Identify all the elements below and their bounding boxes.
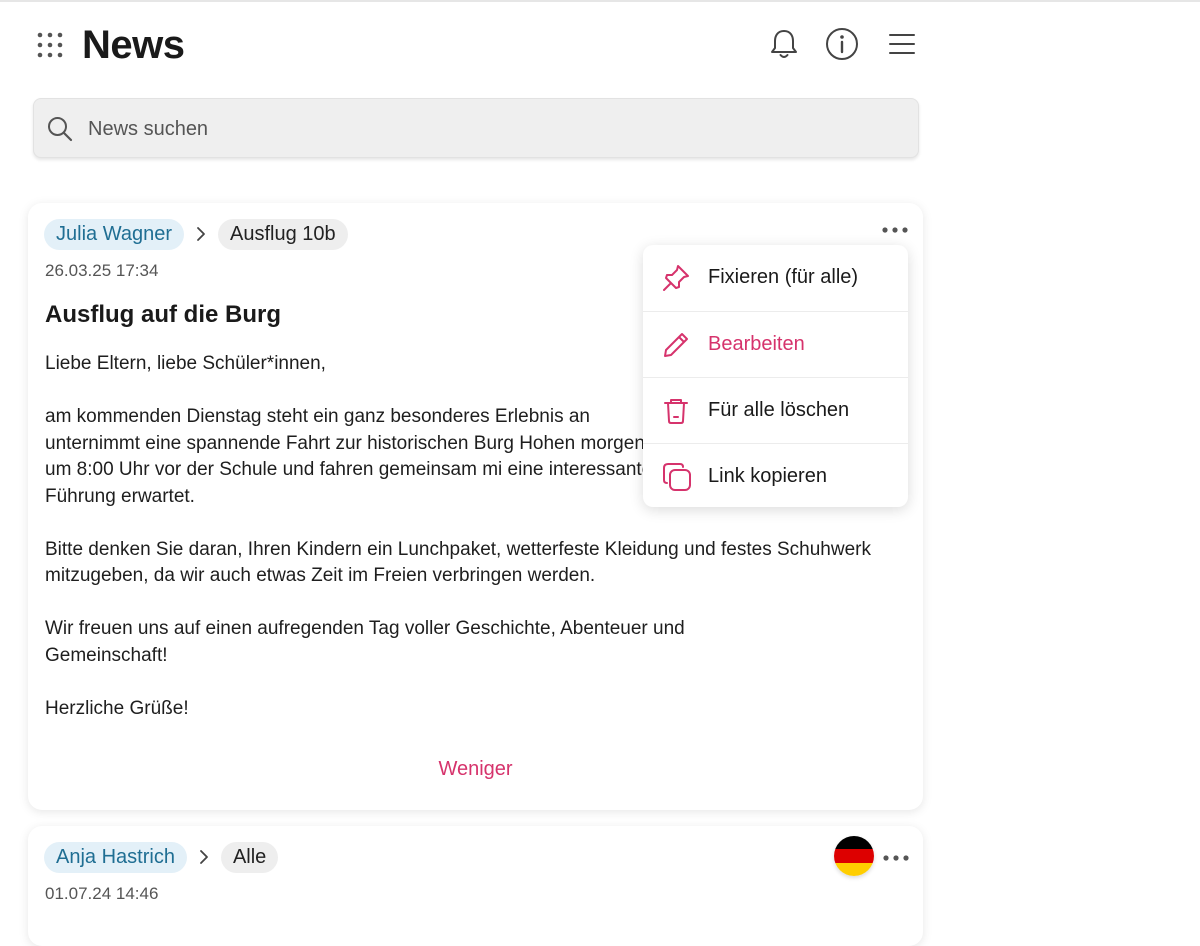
post-date: 01.07.24 14:46	[45, 884, 159, 903]
bell-icon[interactable]	[766, 26, 802, 62]
flag-germany-icon[interactable]	[834, 836, 874, 876]
author-chip[interactable]: Julia Wagner	[44, 218, 184, 250]
post-paragraph: am kommenden Dienstag steht ein ganz bes…	[45, 406, 655, 507]
search-input[interactable]	[86, 111, 890, 147]
menu-item-label: Bearbeiten	[708, 333, 805, 355]
pin-icon	[663, 264, 689, 291]
page-title: News	[82, 23, 185, 67]
chevron-right-icon	[194, 225, 208, 243]
post-date: 26.03.25 17:34	[45, 261, 159, 280]
menu-item-pin[interactable]: Fixieren (für alle)	[643, 245, 908, 310]
post-context-menu: Fixieren (für alle) Bearbeiten Für alle …	[643, 245, 908, 507]
apps-grid-icon[interactable]	[36, 30, 66, 60]
info-icon[interactable]	[824, 26, 860, 62]
search-bar	[33, 98, 919, 158]
menu-item-copy-link[interactable]: Link kopieren	[643, 443, 908, 509]
post-breadcrumb: Julia Wagner Ausflug 10b	[44, 217, 348, 251]
post-paragraph: Bitte denken Sie daran, Ihren Kindern ei…	[45, 538, 871, 587]
copy-icon	[663, 462, 691, 491]
group-chip[interactable]: Ausflug 10b	[217, 218, 348, 250]
pencil-icon	[664, 332, 688, 357]
post-breadcrumb: Anja Hastrich Alle	[44, 840, 279, 874]
group-chip[interactable]: Alle	[220, 841, 279, 873]
post-title: Ausflug auf die Burg	[45, 301, 281, 328]
menu-item-label: Fixieren (für alle)	[708, 266, 859, 288]
menu-item-label: Für alle löschen	[708, 399, 850, 421]
page-header: News	[36, 22, 920, 68]
trash-icon	[664, 398, 688, 424]
chevron-right-icon	[197, 848, 211, 866]
hamburger-menu-icon[interactable]	[884, 26, 920, 62]
post-paragraph: Herzliche Grüße!	[45, 697, 189, 719]
menu-item-label: Link kopieren	[708, 465, 827, 487]
post-paragraph: Wir freuen uns auf einen aufregenden Tag…	[45, 618, 685, 666]
news-app: News Julia Wagner	[0, 0, 950, 946]
news-post-card: Anja Hastrich Alle 01.07.24 14:46	[28, 826, 923, 946]
search-icon	[48, 117, 73, 142]
more-options-icon[interactable]	[881, 851, 911, 865]
menu-item-edit[interactable]: Bearbeiten	[643, 311, 908, 377]
author-chip[interactable]: Anja Hastrich	[44, 841, 187, 873]
more-options-icon[interactable]	[880, 223, 910, 237]
menu-item-delete-all[interactable]: Für alle löschen	[643, 377, 908, 443]
show-less-link[interactable]: Weniger	[28, 758, 923, 781]
